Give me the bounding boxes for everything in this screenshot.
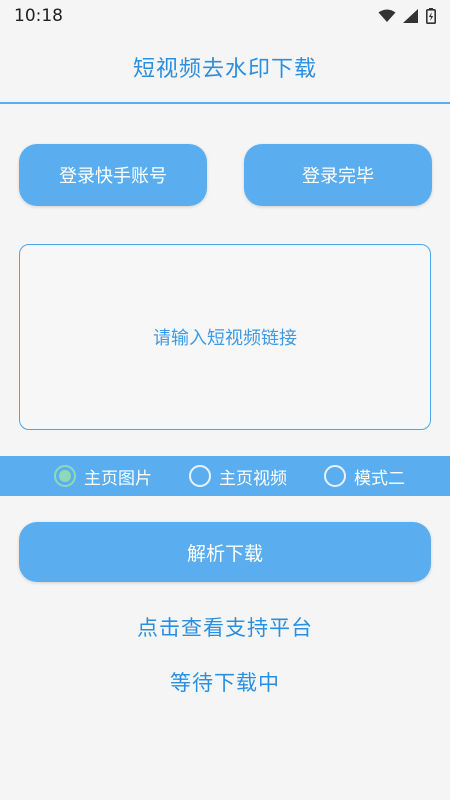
radio-homepage-images[interactable]: 主页图片 — [54, 464, 152, 489]
radio-unchecked-icon — [324, 465, 346, 487]
title-bar: 短视频去水印下载 — [0, 32, 450, 104]
radio-checked-icon — [54, 465, 76, 487]
radio-homepage-videos[interactable]: 主页视频 — [189, 464, 287, 489]
radio-homepage-videos-label: 主页视频 — [219, 468, 287, 489]
video-link-input[interactable]: 请输入短视频链接 — [19, 244, 431, 430]
parse-download-label: 解析下载 — [186, 542, 263, 565]
login-button-row: 登录快手账号 登录完毕 — [19, 144, 432, 206]
status-bar: 10:18 — [0, 0, 450, 32]
signal-icon — [403, 9, 419, 23]
status-icons — [378, 8, 436, 24]
page-title: 短视频去水印下载 — [132, 57, 317, 82]
radio-homepage-images-label: 主页图片 — [84, 468, 152, 489]
login-kuaishou-button[interactable]: 登录快手账号 — [19, 144, 207, 206]
battery-icon — [426, 8, 436, 24]
download-status-text: 等待下载中 — [170, 671, 280, 695]
login-done-button[interactable]: 登录完毕 — [244, 144, 432, 206]
status-time: 10:18 — [14, 6, 63, 26]
parse-download-button[interactable]: 解析下载 — [19, 522, 431, 582]
view-supported-platforms-link[interactable]: 点击查看支持平台 — [0, 612, 450, 642]
radio-mode-two[interactable]: 模式二 — [324, 464, 405, 489]
mode-radio-group: 主页图片 主页视频 模式二 — [0, 456, 450, 496]
login-kuaishou-label: 登录快手账号 — [59, 166, 167, 187]
radio-unchecked-icon — [189, 465, 211, 487]
radio-dot — [59, 470, 71, 482]
wifi-icon — [378, 9, 396, 23]
video-link-placeholder: 请输入短视频链接 — [153, 328, 297, 349]
radio-mode-two-label: 模式二 — [354, 468, 405, 489]
login-done-label: 登录完毕 — [302, 166, 374, 187]
